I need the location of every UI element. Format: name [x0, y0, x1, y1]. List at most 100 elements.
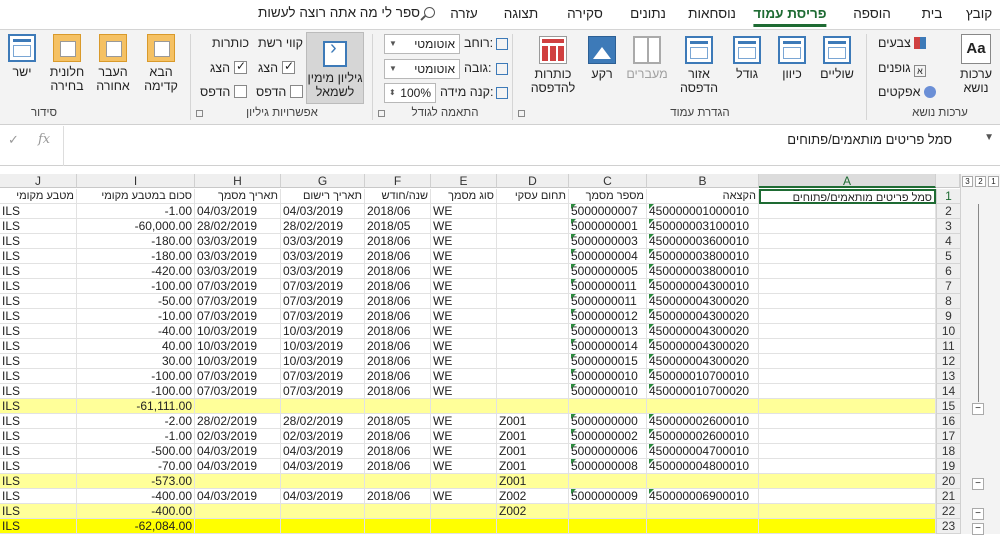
- cell-h[interactable]: [195, 504, 281, 519]
- cell-c[interactable]: 5000000012: [569, 309, 647, 324]
- cell-h[interactable]: 10/03/2019: [195, 339, 281, 354]
- row-number[interactable]: 7: [936, 279, 960, 294]
- cell-c[interactable]: 5000000010: [569, 369, 647, 384]
- cell-b[interactable]: 450000004800010: [647, 459, 759, 474]
- enter-check-icon[interactable]: ✓: [8, 132, 19, 148]
- cell-c[interactable]: 5000000001: [569, 219, 647, 234]
- cell-j[interactable]: ILS: [0, 234, 77, 249]
- cell-a[interactable]: [759, 204, 936, 219]
- cell-i[interactable]: -70.00: [77, 459, 195, 474]
- cell-a[interactable]: [759, 459, 936, 474]
- select-all-corner[interactable]: [936, 174, 960, 188]
- column-header-h[interactable]: H: [195, 174, 281, 188]
- column-header-d[interactable]: D: [497, 174, 569, 188]
- cell-h[interactable]: 07/03/2019: [195, 294, 281, 309]
- error-indicator-icon[interactable]: [571, 444, 576, 449]
- error-indicator-icon[interactable]: [571, 489, 576, 494]
- error-indicator-icon[interactable]: [649, 294, 654, 299]
- cell-j[interactable]: ILS: [0, 384, 77, 399]
- cell-d[interactable]: [497, 384, 569, 399]
- row-number[interactable]: 16: [936, 414, 960, 429]
- cell-b[interactable]: 450000004300020: [647, 339, 759, 354]
- error-indicator-icon[interactable]: [649, 249, 654, 254]
- cell-g[interactable]: [281, 519, 365, 534]
- cell-h[interactable]: 03/03/2019: [195, 264, 281, 279]
- header-cell-b[interactable]: הקצאה: [647, 189, 759, 204]
- cell-f[interactable]: 2018/06: [365, 489, 431, 504]
- error-indicator-icon[interactable]: [649, 219, 654, 224]
- cell-h[interactable]: 03/03/2019: [195, 249, 281, 264]
- error-indicator-icon[interactable]: [649, 339, 654, 344]
- column-header-i[interactable]: I: [77, 174, 195, 188]
- cell-f[interactable]: 2018/06: [365, 429, 431, 444]
- error-indicator-icon[interactable]: [571, 324, 576, 329]
- error-indicator-icon[interactable]: [649, 234, 654, 239]
- cell-c[interactable]: 5000000011: [569, 294, 647, 309]
- cell-a[interactable]: [759, 474, 936, 489]
- gridlines-view-checkbox[interactable]: הצג: [258, 59, 296, 75]
- row-number[interactable]: 8: [936, 294, 960, 309]
- column-header-b[interactable]: B: [647, 174, 759, 188]
- cell-j[interactable]: ILS: [0, 429, 77, 444]
- selection-pane-button[interactable]: חלונית בחירה: [44, 34, 90, 93]
- background-button[interactable]: רקע: [584, 36, 620, 81]
- cell-f[interactable]: [365, 399, 431, 414]
- cell-g[interactable]: 04/03/2019: [281, 204, 365, 219]
- cell-j[interactable]: ILS: [0, 369, 77, 384]
- cell-i[interactable]: -40.00: [77, 324, 195, 339]
- error-indicator-icon[interactable]: [571, 369, 576, 374]
- cell-f[interactable]: 2018/05: [365, 219, 431, 234]
- cell-e[interactable]: [431, 474, 497, 489]
- error-indicator-icon[interactable]: [571, 309, 576, 314]
- cell-a[interactable]: [759, 444, 936, 459]
- row-number[interactable]: 2: [936, 204, 960, 219]
- margins-button[interactable]: שוליים: [816, 36, 858, 81]
- header-cell-h[interactable]: תאריך מסמך: [195, 189, 281, 204]
- error-indicator-icon[interactable]: [649, 354, 654, 359]
- row-number[interactable]: 11: [936, 339, 960, 354]
- cell-j[interactable]: ILS: [0, 474, 77, 489]
- cell-e[interactable]: WE: [431, 354, 497, 369]
- cell-c[interactable]: 5000000007: [569, 204, 647, 219]
- sheet-right-to-left-button[interactable]: גיליון מימין לשמאל: [306, 32, 364, 104]
- cell-j[interactable]: ILS: [0, 339, 77, 354]
- spinner-icon[interactable]: ⬍: [389, 84, 396, 102]
- cell-c[interactable]: [569, 399, 647, 414]
- cell-f[interactable]: 2018/06: [365, 249, 431, 264]
- header-cell-j[interactable]: מטבע מקומי: [0, 189, 77, 204]
- cell-j[interactable]: ILS: [0, 294, 77, 309]
- cell-a[interactable]: [759, 489, 936, 504]
- cell-i[interactable]: -1.00: [77, 204, 195, 219]
- cell-h[interactable]: 28/02/2019: [195, 219, 281, 234]
- cell-a[interactable]: [759, 414, 936, 429]
- cell-c[interactable]: 5000000006: [569, 444, 647, 459]
- row-number[interactable]: 22: [936, 504, 960, 519]
- themes-button[interactable]: Aa ערכות נושא: [955, 34, 997, 95]
- cell-g[interactable]: 10/03/2019: [281, 324, 365, 339]
- cell-i[interactable]: -180.00: [77, 234, 195, 249]
- cell-d[interactable]: [497, 264, 569, 279]
- breaks-button[interactable]: מעברים: [623, 36, 671, 81]
- height-select[interactable]: ▼ אוטומטי: [384, 59, 460, 79]
- cell-c[interactable]: 5000000003: [569, 234, 647, 249]
- cell-e[interactable]: WE: [431, 204, 497, 219]
- error-indicator-icon[interactable]: [571, 249, 576, 254]
- cell-i[interactable]: -10.00: [77, 309, 195, 324]
- error-indicator-icon[interactable]: [649, 309, 654, 314]
- cell-a[interactable]: [759, 399, 936, 414]
- column-header-e[interactable]: E: [431, 174, 497, 188]
- cell-h[interactable]: 02/03/2019: [195, 429, 281, 444]
- cell-c[interactable]: 5000000009: [569, 489, 647, 504]
- cell-d[interactable]: [497, 354, 569, 369]
- tab-formulas[interactable]: נוסחאות: [688, 6, 736, 21]
- cell-d[interactable]: Z001: [497, 474, 569, 489]
- cell-j[interactable]: ILS: [0, 504, 77, 519]
- cell-a[interactable]: [759, 219, 936, 234]
- cell-e[interactable]: WE: [431, 369, 497, 384]
- cell-d[interactable]: [497, 249, 569, 264]
- cell-d[interactable]: [497, 519, 569, 534]
- cell-b[interactable]: 450000004300020: [647, 309, 759, 324]
- cell-e[interactable]: WE: [431, 429, 497, 444]
- cell-d[interactable]: [497, 339, 569, 354]
- cell-i[interactable]: 40.00: [77, 339, 195, 354]
